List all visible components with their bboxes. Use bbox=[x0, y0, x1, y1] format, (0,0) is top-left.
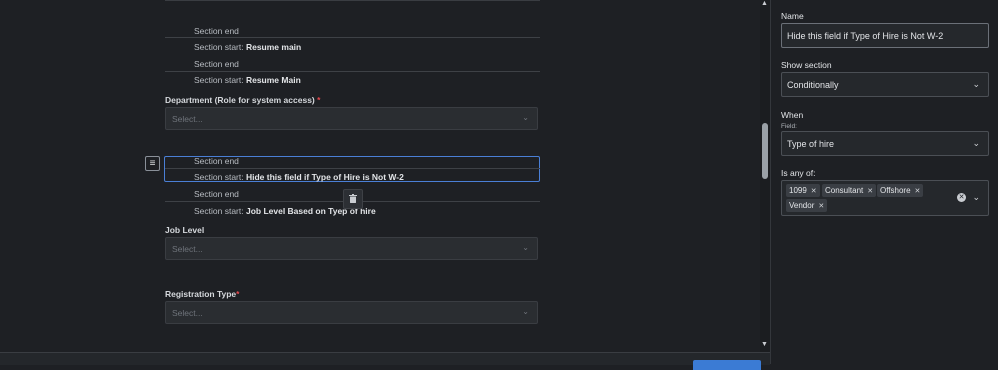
field-label-text: Job Level bbox=[165, 225, 205, 235]
section-start-prefix: Section start: bbox=[194, 172, 246, 182]
job-level-field-label: Job Level bbox=[165, 225, 204, 235]
chevron-down-icon: ⌄ bbox=[522, 113, 529, 122]
select-placeholder: Select... bbox=[172, 308, 203, 318]
section-name: Resume main bbox=[245, 42, 302, 52]
close-icon[interactable]: ✕ bbox=[915, 188, 921, 195]
section-end-label: Section end bbox=[194, 59, 239, 69]
when-label: When bbox=[781, 110, 804, 120]
field-label-text: Department (Role for system access) bbox=[165, 95, 315, 105]
section-end-marker[interactable]: Section end bbox=[194, 26, 239, 36]
field-label-text: Registration Type bbox=[165, 289, 237, 299]
is-any-of-label: Is any of: bbox=[781, 168, 816, 178]
name-input-value: Hide this field if Type of Hire is Not W… bbox=[787, 31, 944, 41]
clear-icon[interactable]: ✕ bbox=[957, 193, 966, 202]
chevron-down-icon: ⌄ bbox=[972, 79, 980, 89]
name-label: Name bbox=[781, 11, 804, 21]
value-chip: Consultant ✕ bbox=[822, 184, 877, 197]
value-chip: 1099 ✕ bbox=[786, 184, 820, 197]
chevron-down-icon: ⌄ bbox=[522, 243, 529, 252]
scrollbar-thumb[interactable] bbox=[762, 123, 768, 179]
registration-type-select[interactable]: Select... ⌄ bbox=[165, 301, 538, 324]
divider bbox=[165, 168, 540, 169]
job-level-select[interactable]: Select... ⌄ bbox=[165, 237, 538, 260]
divider bbox=[165, 37, 540, 38]
condition-field-select[interactable]: Type of hire ⌄ bbox=[781, 131, 989, 156]
value-chip: Vendor ✕ bbox=[786, 199, 828, 212]
show-section-select[interactable]: Conditionally ⌄ bbox=[781, 72, 989, 97]
section-start-prefix: Section start: bbox=[194, 75, 246, 85]
section-end-marker[interactable]: Section end bbox=[194, 156, 239, 166]
registration-type-field-label: Registration Type* bbox=[165, 289, 239, 299]
required-mark: * bbox=[236, 289, 240, 299]
show-section-label: Show section bbox=[781, 60, 832, 70]
show-section-value: Conditionally bbox=[787, 80, 839, 90]
section-name: Hide this field if Type of Hire is Not W… bbox=[245, 172, 404, 182]
section-end-label: Section end bbox=[194, 156, 239, 166]
select-placeholder: Select... bbox=[172, 244, 203, 254]
section-end-marker[interactable]: Section end bbox=[194, 189, 239, 199]
section-start-prefix: Section start: bbox=[194, 206, 246, 216]
section-name: Resume Main bbox=[245, 75, 301, 85]
close-icon[interactable]: ✕ bbox=[811, 188, 817, 195]
section-start-marker[interactable]: Section start: Resume main bbox=[194, 42, 301, 52]
scroll-down-icon[interactable]: ▼ bbox=[761, 341, 768, 348]
is-any-of-multiselect[interactable]: 1099 ✕ Consultant ✕ Offshore ✕ Vendor ✕ ✕ ⌄ bbox=[781, 180, 989, 216]
select-placeholder: Select... bbox=[172, 114, 203, 124]
condition-field-value: Type of hire bbox=[787, 139, 835, 149]
footer-bar bbox=[0, 352, 770, 365]
scroll-up-icon[interactable]: ▲ bbox=[761, 0, 768, 7]
trash-icon[interactable] bbox=[343, 189, 363, 209]
close-icon[interactable]: ✕ bbox=[818, 203, 824, 210]
chip-label: 1099 bbox=[789, 186, 807, 195]
primary-button[interactable] bbox=[693, 360, 761, 370]
section-start-prefix: Section start: bbox=[194, 42, 246, 52]
chip-label: Offshore bbox=[880, 186, 911, 195]
drag-handle-icon[interactable]: ≡ bbox=[145, 156, 160, 171]
field-sublabel: Field: bbox=[781, 123, 797, 130]
divider bbox=[165, 0, 540, 1]
divider bbox=[165, 71, 540, 72]
chevron-down-icon[interactable]: ⌄ bbox=[972, 192, 980, 203]
required-mark: * bbox=[317, 95, 321, 105]
department-field-label: Department (Role for system access) * bbox=[165, 95, 320, 105]
section-end-label: Section end bbox=[194, 26, 239, 36]
value-chip: Offshore ✕ bbox=[877, 184, 924, 197]
section-start-marker[interactable]: Section start: Hide this field if Type o… bbox=[194, 172, 404, 182]
section-start-marker[interactable]: Section start: Resume Main bbox=[194, 75, 301, 85]
name-input[interactable]: Hide this field if Type of Hire is Not W… bbox=[781, 23, 989, 48]
chevron-down-icon: ⌄ bbox=[522, 307, 529, 316]
section-end-label: Section end bbox=[194, 189, 239, 199]
chevron-down-icon: ⌄ bbox=[972, 138, 980, 148]
close-icon[interactable]: ✕ bbox=[867, 188, 873, 195]
section-end-marker[interactable]: Section end bbox=[194, 59, 239, 69]
department-select[interactable]: Select... ⌄ bbox=[165, 107, 538, 130]
chip-label: Vendor bbox=[789, 201, 815, 210]
chip-label: Consultant bbox=[825, 186, 864, 195]
